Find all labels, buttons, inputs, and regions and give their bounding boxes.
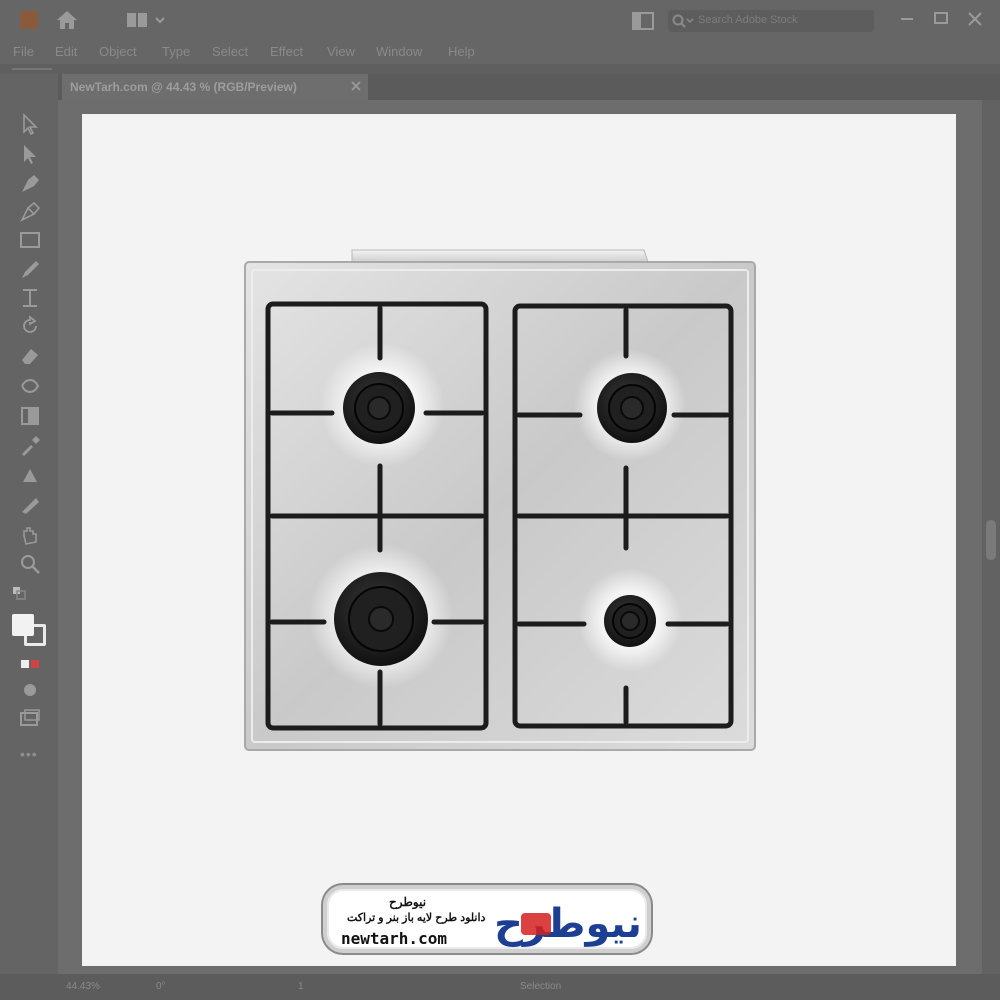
minimize-icon[interactable] — [896, 8, 918, 30]
control-strip — [0, 64, 1000, 74]
tools-panel: ••• — [0, 74, 58, 1000]
menu-edit[interactable]: Edit — [55, 44, 77, 59]
warp-tool-icon[interactable] — [18, 374, 42, 398]
workspace-switcher-icon[interactable] — [126, 12, 166, 28]
zoom-tool-icon[interactable] — [18, 552, 42, 576]
current-tool-status: Selection — [520, 981, 562, 992]
swap-colors-icon[interactable] — [12, 586, 26, 600]
artboard-navigation[interactable]: 1 — [298, 981, 304, 992]
shaper-tool-icon[interactable] — [18, 286, 42, 310]
back-rim — [351, 249, 649, 263]
cooktop-surface — [244, 261, 756, 751]
panel-grip[interactable] — [12, 68, 52, 70]
eyedropper-tool-icon[interactable] — [18, 434, 42, 458]
document-tab-title: NewTarh.com @ 44.43 % (RGB/Preview) — [70, 80, 297, 94]
close-icon[interactable] — [964, 8, 986, 30]
scrollbar-thumb[interactable] — [986, 520, 996, 560]
burner-rear-left — [343, 372, 415, 444]
vertical-scrollbar[interactable] — [982, 100, 1000, 974]
menu-object[interactable]: Object — [99, 44, 137, 59]
color-mode-icon[interactable] — [18, 652, 42, 676]
brand-logo: نیوطرح — [494, 901, 642, 947]
document-tab[interactable]: NewTarh.com @ 44.43 % (RGB/Preview) — [62, 74, 368, 100]
burner-front-left — [334, 572, 428, 666]
drawing-mode-icon[interactable] — [18, 678, 42, 702]
search-placeholder: Search Adobe Stock — [698, 14, 798, 26]
gas-stove-illustration[interactable] — [244, 248, 756, 752]
selection-tool-icon[interactable] — [18, 112, 42, 136]
eraser-tool-icon[interactable] — [18, 344, 42, 368]
curvature-tool-icon[interactable] — [18, 200, 42, 224]
rotation-view[interactable]: 0° — [156, 981, 166, 992]
rotate-tool-icon[interactable] — [18, 314, 42, 338]
more-tools-icon[interactable]: ••• — [20, 746, 38, 762]
title-bar: Search Adobe Stock — [0, 0, 1000, 40]
menu-view[interactable]: View — [327, 44, 355, 59]
symbol-sprayer-tool-icon[interactable] — [18, 464, 42, 488]
menu-select[interactable]: Select — [212, 44, 248, 59]
screen-mode-icon[interactable] — [18, 706, 42, 730]
status-bar: 44.43% 0° 1 Selection — [0, 974, 1000, 1000]
burner-rear-right — [597, 373, 667, 443]
close-tab-icon[interactable] — [350, 80, 362, 92]
brand-name: نیوطرح — [389, 895, 427, 909]
menu-type[interactable]: Type — [162, 44, 190, 59]
brand-watermark: نیوطرح دانلود طرح لایه باز بنر و تراکت n… — [323, 885, 651, 953]
svg-text:نیوطرح: نیوطرح — [494, 901, 642, 947]
search-icon — [672, 14, 694, 28]
illustrator-logo-icon — [20, 11, 38, 29]
fill-color-swatch[interactable] — [12, 614, 34, 636]
hand-tool-icon[interactable] — [18, 524, 42, 548]
menu-bar: File Edit Object Type Select Effect View… — [0, 40, 1000, 64]
menu-help[interactable]: Help — [448, 44, 475, 59]
brand-tagline: دانلود طرح لایه باز بنر و تراکت — [347, 912, 486, 924]
document-tab-bar: NewTarh.com @ 44.43 % (RGB/Preview) — [58, 74, 1000, 100]
burner-front-right — [604, 595, 656, 647]
direct-selection-tool-icon[interactable] — [18, 142, 42, 166]
brand-url: newtarh.com — [341, 929, 447, 948]
free-transform-tool-icon[interactable] — [18, 404, 42, 428]
rectangle-tool-icon[interactable] — [18, 228, 42, 252]
zoom-level[interactable]: 44.43% — [66, 981, 100, 992]
pen-tool-icon[interactable] — [18, 172, 42, 196]
menu-file[interactable]: File — [13, 44, 34, 59]
home-icon[interactable] — [56, 10, 78, 30]
search-field[interactable]: Search Adobe Stock — [668, 10, 874, 32]
paintbrush-tool-icon[interactable] — [18, 258, 42, 282]
menu-effect[interactable]: Effect — [270, 44, 303, 59]
menu-window[interactable]: Window — [376, 44, 422, 59]
maximize-icon[interactable] — [930, 8, 952, 30]
slice-tool-icon[interactable] — [18, 494, 42, 518]
arrange-documents-icon[interactable] — [632, 12, 654, 30]
